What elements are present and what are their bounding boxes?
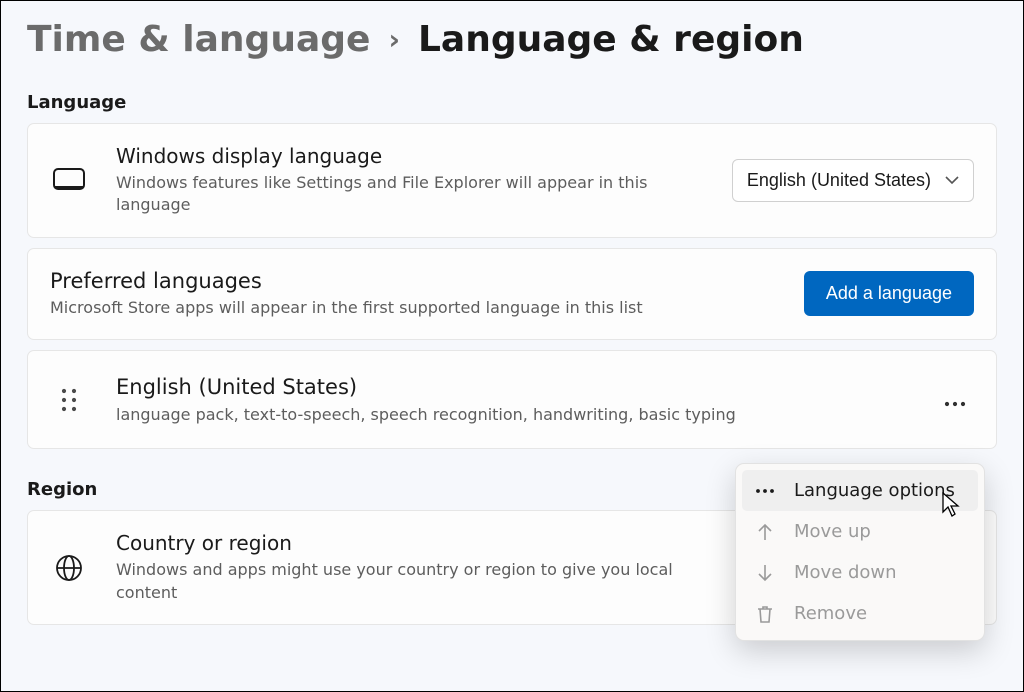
menu-move-up-label: Move up: [794, 521, 871, 542]
globe-icon: [46, 554, 92, 582]
trash-icon: [754, 604, 776, 624]
display-icon: [46, 168, 92, 192]
display-language-selected: English (United States): [747, 170, 931, 191]
menu-move-down: Move down: [742, 552, 978, 593]
drag-handle-icon[interactable]: [46, 387, 92, 413]
add-language-button[interactable]: Add a language: [804, 271, 974, 316]
menu-move-down-label: Move down: [794, 562, 897, 583]
breadcrumb: Time & language › Language & region: [27, 19, 997, 60]
menu-remove: Remove: [742, 593, 978, 634]
display-language-subtitle: Windows features like Settings and File …: [116, 172, 676, 217]
language-item-name: English (United States): [116, 375, 912, 399]
language-context-menu: Language options Move up Move down Remov…: [735, 463, 985, 641]
preferred-languages-card: Preferred languages Microsoft Store apps…: [27, 248, 997, 340]
chevron-right-icon: ›: [388, 23, 400, 56]
ellipsis-icon: [754, 488, 776, 494]
menu-remove-label: Remove: [794, 603, 867, 624]
country-region-subtitle: Windows and apps might use your country …: [116, 559, 676, 604]
cursor-icon: [942, 492, 962, 522]
breadcrumb-parent[interactable]: Time & language: [27, 19, 370, 60]
breadcrumb-current: Language & region: [418, 19, 804, 60]
preferred-languages-title: Preferred languages: [50, 269, 780, 293]
language-item-more-button[interactable]: [936, 383, 974, 417]
chevron-down-icon: [945, 172, 959, 188]
arrow-down-icon: [754, 563, 776, 583]
display-language-select[interactable]: English (United States): [732, 159, 974, 202]
language-item-features: language pack, text-to-speech, speech re…: [116, 405, 912, 424]
display-language-card: Windows display language Windows feature…: [27, 123, 997, 238]
arrow-up-icon: [754, 522, 776, 542]
language-item: English (United States) language pack, t…: [27, 350, 997, 449]
display-language-title: Windows display language: [116, 144, 708, 168]
language-section-header: Language: [27, 92, 997, 113]
preferred-languages-subtitle: Microsoft Store apps will appear in the …: [50, 297, 690, 319]
menu-language-options-label: Language options: [794, 480, 955, 501]
